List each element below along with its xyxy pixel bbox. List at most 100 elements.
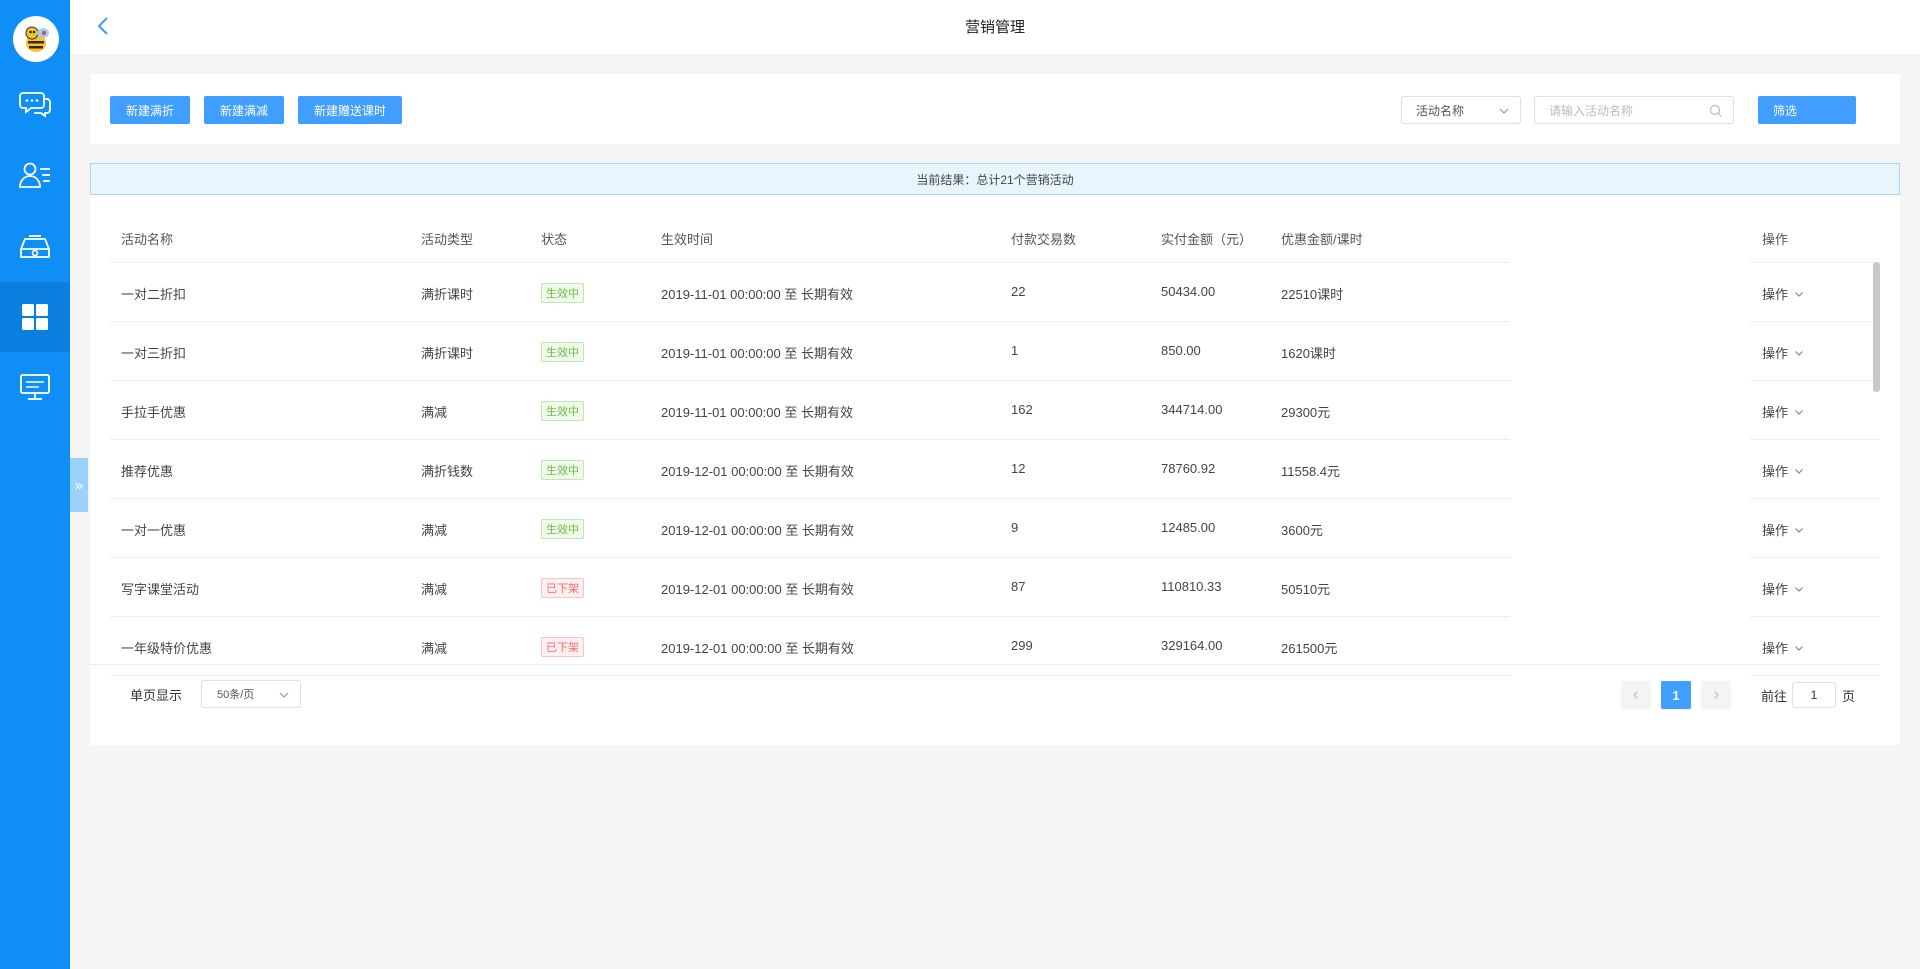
row-operation-dropdown[interactable]: 操作 <box>1762 402 1804 421</box>
new-reduce-button[interactable]: 新建满减 <box>204 96 284 124</box>
chevron-left-icon <box>1633 691 1638 699</box>
filter-button[interactable]: 筛选 <box>1758 96 1856 124</box>
bee-logo-icon <box>25 26 49 52</box>
new-discount-button[interactable]: 新建满折 <box>110 96 190 124</box>
goto-label: 前往 <box>1761 689 1788 704</box>
cell-effective-time: 2019-11-01 00:00:00 至 长期有效 <box>661 346 853 361</box>
cell-activity-type: 满折钱数 <box>421 464 474 479</box>
result-summary: 当前结果：总计21个营销活动 <box>90 163 1900 195</box>
cell-effective-time: 2019-11-01 00:00:00 至 长期有效 <box>661 287 853 302</box>
status-badge: 已下架 <box>541 578 584 598</box>
new-gift-hours-button[interactable]: 新建赠送课时 <box>298 96 402 124</box>
column-header-discount: 优惠金额/课时 <box>1281 232 1363 247</box>
chevron-down-icon <box>1795 645 1803 651</box>
row-operation-dropdown[interactable]: 操作 <box>1762 343 1804 362</box>
chevron-down-icon <box>279 692 289 698</box>
chevron-right-icon <box>1714 691 1719 699</box>
column-header-name: 活动名称 <box>121 232 174 247</box>
user-list-icon <box>19 162 50 188</box>
status-badge: 生效中 <box>541 342 584 362</box>
table-row: 一对一优惠 满减 生效中 2019-12-01 00:00:00 至 长期有效 9 124… <box>90 499 1900 558</box>
app-logo[interactable] <box>13 16 59 62</box>
activity-table: 活动名称 活动类型 状态 生效时间 付款交易数 实付金额（元） 优惠金额/课时 … <box>90 195 1900 745</box>
sidebar-item-devices[interactable] <box>0 212 70 282</box>
cell-effective-time: 2019-11-01 00:00:00 至 长期有效 <box>661 405 853 420</box>
next-page-button[interactable] <box>1701 681 1731 709</box>
column-header-type: 活动类型 <box>421 232 474 247</box>
grid-icon <box>22 304 48 330</box>
row-operation-dropdown[interactable]: 操作 <box>1762 579 1804 598</box>
cell-effective-time: 2019-12-01 00:00:00 至 长期有效 <box>661 641 854 656</box>
sidebar-item-messages[interactable] <box>0 68 70 138</box>
cell-payment-count: 12 <box>1011 461 1026 476</box>
chevron-down-icon <box>1795 350 1803 356</box>
cell-activity-type: 满减 <box>421 523 448 538</box>
operation-label: 操作 <box>1762 523 1789 538</box>
sidebar-item-display[interactable] <box>0 352 70 422</box>
row-operation-dropdown[interactable]: 操作 <box>1762 461 1804 480</box>
search-placeholder: 请输入活动名称 <box>1549 103 1634 118</box>
cell-paid-amount: 78760.92 <box>1161 461 1216 476</box>
cell-activity-type: 满减 <box>421 582 448 597</box>
goto-page-input[interactable]: 1 <box>1792 682 1836 708</box>
cell-paid-amount: 329164.00 <box>1161 638 1223 653</box>
activity-search-input[interactable]: 请输入活动名称 <box>1534 96 1734 124</box>
cell-discount: 22510课时 <box>1281 287 1344 302</box>
column-header-time: 生效时间 <box>661 232 714 247</box>
row-operation-dropdown[interactable]: 操作 <box>1762 520 1804 539</box>
filter-field-select[interactable]: 活动名称 <box>1401 96 1521 124</box>
cell-paid-amount: 110810.33 <box>1161 579 1222 594</box>
operation-label: 操作 <box>1762 582 1789 597</box>
row-divider <box>1750 675 1880 676</box>
cell-paid-amount: 50434.00 <box>1161 284 1216 299</box>
operation-label: 操作 <box>1762 287 1789 302</box>
cell-activity-name: 一年级特价优惠 <box>121 641 213 656</box>
search-icon <box>1709 104 1722 117</box>
cell-discount: 29300元 <box>1281 405 1331 420</box>
cell-activity-type: 满折课时 <box>421 287 474 302</box>
operation-label: 操作 <box>1762 405 1789 420</box>
cell-paid-amount: 850.00 <box>1161 343 1201 358</box>
sidebar-item-marketing[interactable] <box>0 282 70 352</box>
sidebar-item-users[interactable] <box>0 140 70 210</box>
chevron-down-icon <box>1499 108 1509 114</box>
chat-icon <box>19 92 51 118</box>
prev-page-button[interactable] <box>1621 681 1651 709</box>
row-operation-dropdown[interactable]: 操作 <box>1762 638 1804 657</box>
status-badge: 生效中 <box>541 283 584 303</box>
cell-discount: 1620课时 <box>1281 346 1336 361</box>
table-row: 一年级特价优惠 满减 已下架 2019-12-01 00:00:00 至 长期有效 29… <box>90 617 1900 676</box>
page-unit-label: 页 <box>1842 689 1856 704</box>
cell-paid-amount: 344714.00 <box>1161 402 1223 417</box>
cell-payment-count: 1 <box>1011 343 1019 358</box>
cell-activity-name: 写字课堂活动 <box>121 582 200 597</box>
filter-field-value: 活动名称 <box>1416 103 1465 118</box>
column-header-status: 状态 <box>541 232 568 247</box>
cell-payment-count: 9 <box>1011 520 1019 535</box>
page-number-button[interactable]: 1 <box>1661 681 1691 709</box>
cell-effective-time: 2019-12-01 00:00:00 至 长期有效 <box>661 464 854 479</box>
cell-activity-name: 一对一优惠 <box>121 523 187 538</box>
expand-sidebar-toggle[interactable]: » <box>70 458 88 512</box>
cell-discount: 3600元 <box>1281 523 1323 538</box>
cell-payment-count: 162 <box>1011 402 1033 417</box>
table-scrollbar[interactable] <box>1873 262 1880 392</box>
cell-activity-type: 满减 <box>421 641 448 656</box>
cell-payment-count: 87 <box>1011 579 1026 594</box>
table-row: 一对三折扣 满折课时 生效中 2019-11-01 00:00:00 至 长期有效 1 8… <box>90 322 1900 381</box>
chevron-down-icon <box>1795 291 1803 297</box>
status-badge: 生效中 <box>541 460 584 480</box>
cell-payment-count: 299 <box>1011 638 1033 653</box>
sidebar <box>0 0 70 969</box>
chevron-down-icon <box>1795 409 1803 415</box>
page-size-select[interactable]: 50条/页 <box>201 680 301 708</box>
page-size-label: 单页显示 <box>130 688 183 703</box>
page-title: 营销管理 <box>964 19 1025 36</box>
table-row: 手拉手优惠 满减 生效中 2019-11-01 00:00:00 至 长期有效 162 3… <box>90 381 1900 440</box>
chevron-down-icon <box>1795 586 1803 592</box>
cell-effective-time: 2019-12-01 00:00:00 至 长期有效 <box>661 523 854 538</box>
row-operation-dropdown[interactable]: 操作 <box>1762 284 1804 303</box>
operation-label: 操作 <box>1762 346 1789 361</box>
column-header-amount: 实付金额（元） <box>1161 232 1253 247</box>
column-header-count: 付款交易数 <box>1011 232 1077 247</box>
